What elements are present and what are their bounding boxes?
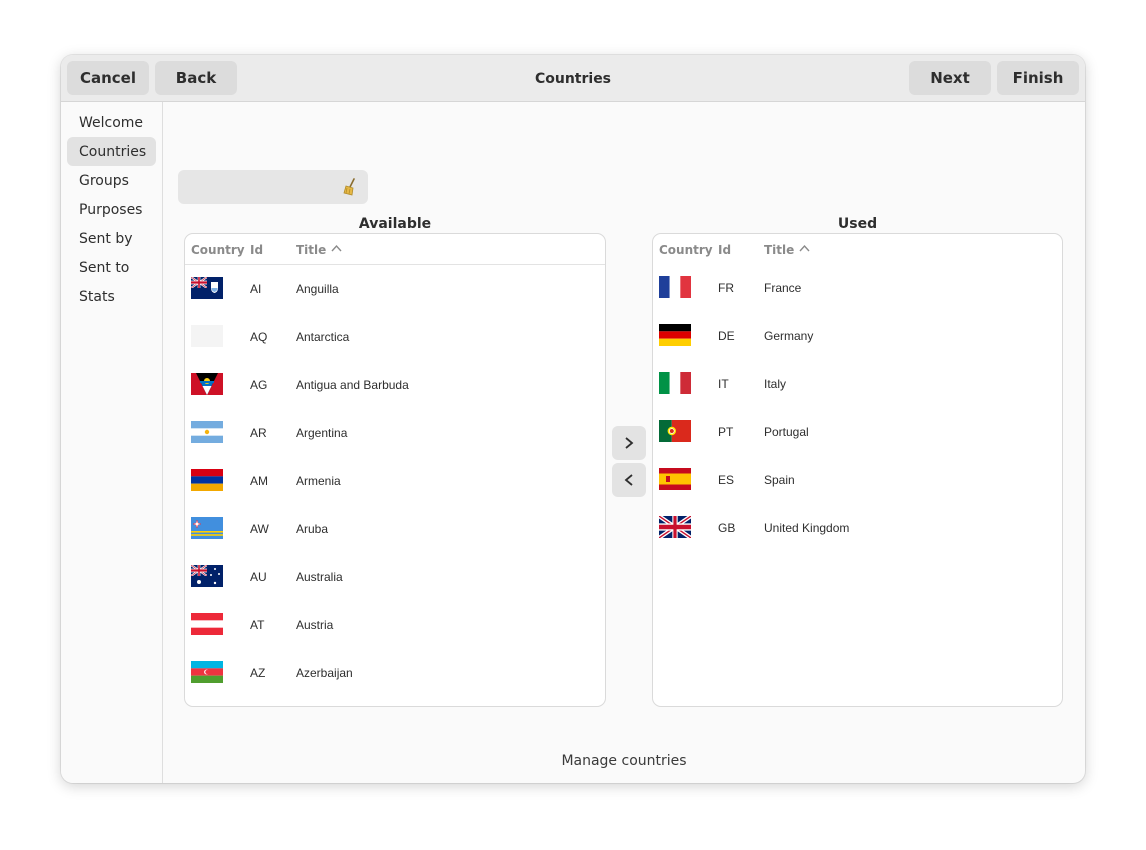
country-id: DE bbox=[718, 329, 735, 343]
country-title: Antarctica bbox=[296, 330, 350, 344]
broom-icon[interactable] bbox=[342, 178, 358, 196]
remove-country-button[interactable] bbox=[612, 463, 646, 497]
list-item[interactable]: AT Austria bbox=[185, 601, 605, 649]
list-item[interactable]: AI Anguilla bbox=[185, 265, 605, 313]
column-country[interactable]: Country bbox=[659, 243, 713, 257]
sort-ascending-icon[interactable] bbox=[799, 244, 810, 252]
sidebar-item-sent-to[interactable]: Sent to bbox=[67, 253, 156, 282]
list-item[interactable]: AW Aruba bbox=[185, 505, 605, 553]
next-button[interactable]: Next bbox=[909, 61, 991, 95]
country-title: Spain bbox=[764, 473, 795, 487]
country-id: AU bbox=[250, 570, 267, 584]
list-item[interactable]: AU Australia bbox=[185, 553, 605, 601]
finish-button[interactable]: Finish bbox=[997, 61, 1079, 95]
united-kingdom-flag-icon bbox=[659, 516, 691, 538]
available-column-header: Country Id Title bbox=[185, 234, 605, 265]
anguilla-flag-icon bbox=[191, 277, 223, 299]
country-title: Italy bbox=[764, 377, 787, 391]
list-item[interactable]: PT Portugal bbox=[653, 408, 1062, 456]
country-id: AT bbox=[250, 618, 265, 632]
armenia-flag-icon bbox=[191, 469, 223, 491]
column-id[interactable]: Id bbox=[718, 243, 731, 257]
italy-flag-icon bbox=[659, 372, 691, 394]
country-id: FR bbox=[718, 281, 734, 295]
add-country-button[interactable] bbox=[612, 426, 646, 460]
chevron-right-icon bbox=[625, 437, 634, 449]
austria-flag-icon bbox=[191, 613, 223, 635]
sidebar-item-stats[interactable]: Stats bbox=[67, 282, 156, 311]
antigua-and-barbuda-flag-icon bbox=[191, 373, 223, 395]
sidebar-item-purposes[interactable]: Purposes bbox=[67, 195, 156, 224]
argentina-flag-icon bbox=[191, 421, 223, 443]
header-bar: Cancel Back Countries Next Finish bbox=[61, 55, 1085, 102]
country-title: Argentina bbox=[296, 426, 348, 440]
list-item[interactable]: IT Italy bbox=[653, 360, 1062, 408]
country-id: ES bbox=[718, 473, 735, 487]
country-id: AM bbox=[250, 474, 268, 488]
column-title[interactable]: Title bbox=[296, 243, 326, 257]
country-title: Australia bbox=[296, 570, 343, 584]
country-id: IT bbox=[718, 377, 729, 391]
germany-flag-icon bbox=[659, 324, 691, 346]
portugal-flag-icon bbox=[659, 420, 691, 442]
country-title: Armenia bbox=[296, 474, 341, 488]
list-item[interactable]: DE Germany bbox=[653, 312, 1062, 360]
country-title: Anguilla bbox=[296, 282, 339, 296]
country-id: GB bbox=[718, 521, 736, 535]
list-item[interactable]: AR Argentina bbox=[185, 409, 605, 457]
sidebar-item-groups[interactable]: Groups bbox=[67, 166, 156, 195]
country-title: Austria bbox=[296, 618, 334, 632]
sort-ascending-icon[interactable] bbox=[331, 244, 342, 252]
country-title: Azerbaijan bbox=[296, 666, 353, 680]
used-caption: Used bbox=[837, 216, 878, 232]
country-id: AQ bbox=[250, 330, 268, 344]
country-id: AW bbox=[250, 522, 269, 536]
country-title: Aruba bbox=[296, 522, 329, 536]
list-item[interactable]: FR France bbox=[653, 264, 1062, 312]
azerbaijan-flag-icon bbox=[191, 661, 223, 683]
list-item[interactable]: AZ Azerbaijan bbox=[185, 649, 605, 697]
list-item[interactable]: AG Antigua and Barbuda bbox=[185, 361, 605, 409]
country-id: AG bbox=[250, 378, 268, 392]
column-title[interactable]: Title bbox=[764, 243, 794, 257]
aruba-flag-icon bbox=[191, 517, 223, 539]
used-list[interactable]: Country Id Title FR France DE Germany IT… bbox=[652, 233, 1063, 707]
cancel-button[interactable]: Cancel bbox=[67, 61, 149, 95]
sidebar-item-welcome[interactable]: Welcome bbox=[67, 108, 156, 137]
column-country[interactable]: Country bbox=[191, 243, 245, 257]
country-id: AZ bbox=[250, 666, 266, 680]
country-id: AI bbox=[250, 282, 262, 296]
country-title: United Kingdom bbox=[764, 521, 850, 535]
france-flag-icon bbox=[659, 276, 691, 298]
available-list[interactable]: Country Id Title AI Anguilla AQ Antarcti… bbox=[184, 233, 606, 707]
country-title: France bbox=[764, 281, 802, 295]
country-id: PT bbox=[718, 425, 734, 439]
sidebar-item-countries[interactable]: Countries bbox=[67, 137, 156, 166]
list-item[interactable]: GB United Kingdom bbox=[653, 504, 1062, 552]
available-caption: Available bbox=[358, 216, 432, 232]
column-id[interactable]: Id bbox=[250, 243, 263, 257]
australia-flag-icon bbox=[191, 565, 223, 587]
search-input[interactable] bbox=[186, 176, 336, 198]
used-column-header: Country Id Title bbox=[653, 234, 1062, 265]
country-title: Portugal bbox=[764, 425, 809, 439]
chevron-left-icon bbox=[624, 474, 633, 486]
list-item[interactable]: ES Spain bbox=[653, 456, 1062, 504]
back-button[interactable]: Back bbox=[155, 61, 237, 95]
sidebar: Welcome Countries Groups Purposes Sent b… bbox=[61, 102, 163, 783]
status-text: Manage countries bbox=[561, 753, 687, 769]
antarctica-flag-icon bbox=[191, 325, 223, 347]
country-title: Germany bbox=[764, 329, 814, 343]
search-field[interactable] bbox=[178, 170, 368, 204]
list-item[interactable]: AQ Antarctica bbox=[185, 313, 605, 361]
app-window: Cancel Back Countries Next Finish Welcom… bbox=[61, 55, 1085, 783]
country-id: AR bbox=[250, 426, 267, 440]
country-title: Antigua and Barbuda bbox=[296, 378, 409, 392]
list-item[interactable]: AM Armenia bbox=[185, 457, 605, 505]
spain-flag-icon bbox=[659, 468, 691, 490]
sidebar-item-sent-by[interactable]: Sent by bbox=[67, 224, 156, 253]
